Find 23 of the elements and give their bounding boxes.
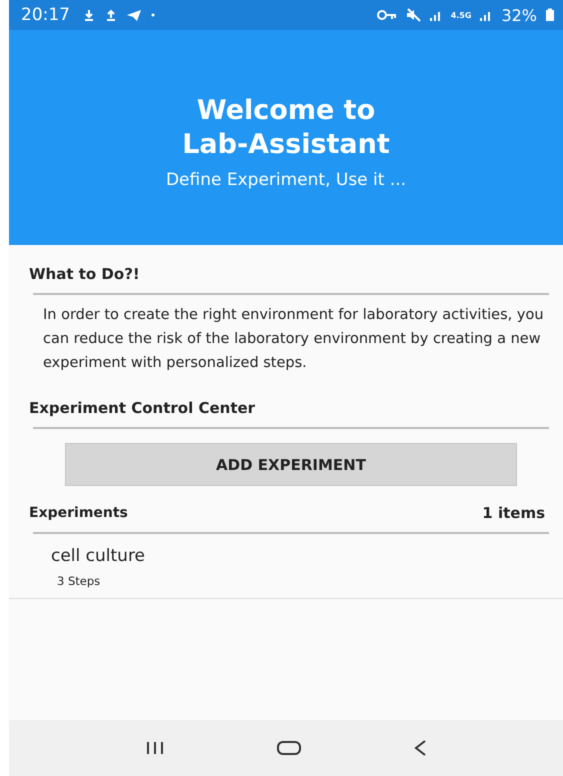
app-title: Welcome to [196, 94, 376, 128]
section-heading: What to Do?! [29, 264, 141, 285]
network-type: 4.5G [450, 10, 472, 20]
item-count: 1 items [482, 504, 545, 522]
list-heading: Experiments [29, 505, 128, 521]
signal-icon [428, 9, 443, 21]
paper-plane-icon [126, 8, 142, 22]
experiment-item[interactable]: cell culture 3 Steps [9, 534, 563, 599]
key-icon [376, 9, 397, 21]
battery-percent: 32% [501, 6, 537, 24]
clock-time: 20:17 [21, 5, 70, 25]
section-heading: Experiment Control Center [29, 398, 256, 419]
download-icon [82, 8, 96, 22]
battery-icon [545, 8, 555, 22]
intro-paragraph: In order to create the right environment for laboratory activities, you can reduce the risk of the laboratory environment by creating a new experiment with personalized steps. [43, 306, 545, 373]
home-icon[interactable] [276, 740, 302, 756]
back-icon[interactable] [413, 739, 428, 757]
app-title: Lab-Assistant [182, 128, 390, 162]
mute-icon [404, 8, 421, 22]
recent-apps-icon[interactable] [144, 740, 165, 756]
add-experiment-button[interactable]: ADD EXPERIMENT [65, 443, 517, 486]
upload-icon [104, 8, 118, 22]
app-subtitle: Define Experiment, Use it ... [166, 170, 406, 190]
